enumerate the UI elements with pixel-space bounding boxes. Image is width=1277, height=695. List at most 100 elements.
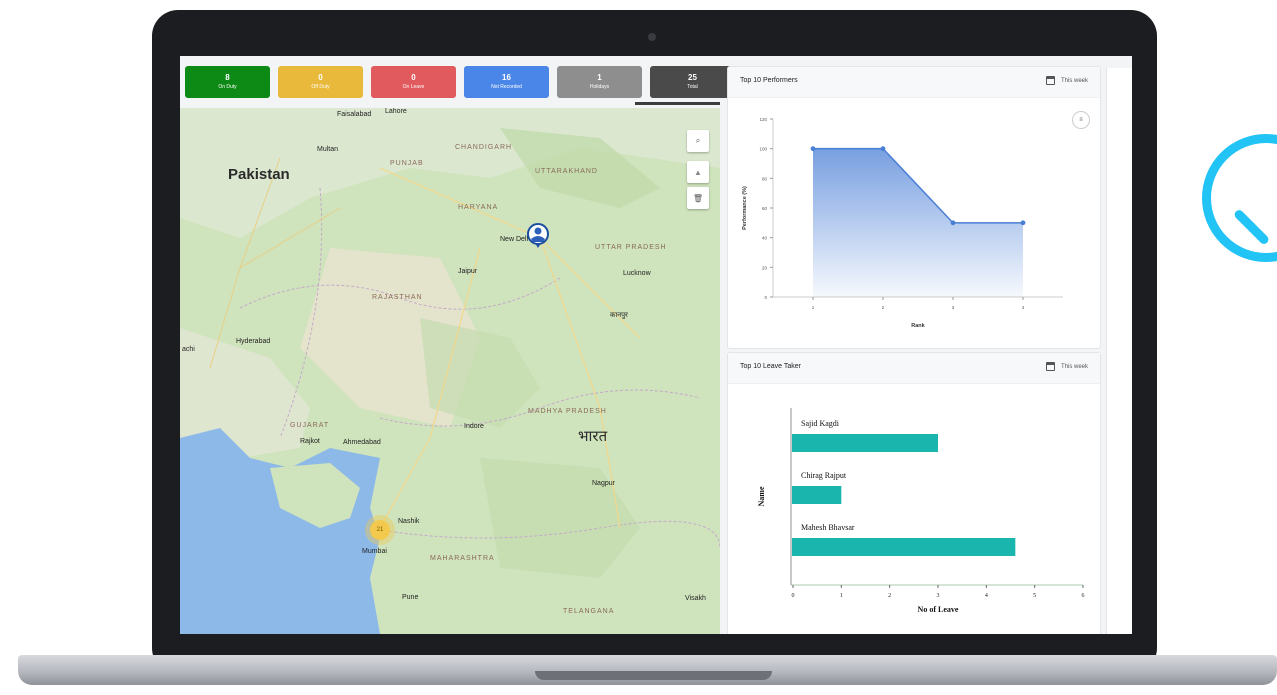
map-label-multan: Multan: [317, 146, 339, 153]
status-count: 16: [502, 73, 511, 82]
y-tick-label: 20: [762, 265, 768, 270]
date-range-selector[interactable]: This week: [1045, 76, 1088, 85]
date-range-selector[interactable]: This week: [1045, 362, 1088, 371]
calendar-icon: [1045, 76, 1055, 85]
app-screen: Faisalabad Lahore Multan Pakistan CHANDI…: [180, 56, 1132, 634]
status-count: 0: [411, 73, 416, 82]
laptop-base: [18, 655, 1277, 685]
panel-header: Top 10 Performers This week: [728, 67, 1100, 98]
bar-category-label: Chirag Rajput: [801, 471, 847, 480]
map-label-gujarat: GUJARAT: [290, 422, 330, 429]
status-card-not-recorded[interactable]: 16 Not Recorded: [464, 66, 549, 98]
status-count: 25: [688, 73, 697, 82]
data-point: [880, 146, 886, 152]
map-label-nashik: Nashik: [398, 518, 420, 525]
map-label-madhya-pradesh: MADHYA PRADESH: [528, 408, 607, 415]
leave-bar: [792, 538, 1016, 556]
leave-bar: [792, 486, 842, 504]
top-performers-panel: Top 10 Performers This week ≡ 0 20 40 60 80 1…: [727, 66, 1101, 349]
map-label-indore: Indore: [464, 423, 484, 430]
y-tick-label: 100: [759, 147, 767, 152]
map-search-icon[interactable]: ⌕: [687, 130, 709, 152]
x-axis-title: Rank: [911, 323, 925, 329]
y-tick-label: 0: [764, 295, 767, 300]
map-label-hyderabad: Hyderabad: [236, 338, 271, 345]
status-label: Holidays: [589, 84, 610, 90]
status-count: 0: [318, 73, 323, 82]
status-card-total[interactable]: 25 Total: [650, 66, 735, 98]
status-count: 1: [597, 73, 602, 82]
y-tick-label: 60: [762, 206, 768, 211]
map-label-uttarakhand: UTTARAKHAND: [535, 168, 598, 175]
side-panel-edge: [1106, 68, 1132, 634]
panel-title: Top 10 Leave Taker: [740, 363, 801, 370]
map-label-pakistan: Pakistan: [228, 166, 290, 183]
date-range-label: This week: [1060, 363, 1088, 370]
x-tick-label: 3: [937, 593, 940, 599]
map-label-pune: Pune: [402, 594, 419, 601]
y-tick-label: 40: [762, 236, 768, 241]
status-card-on-leave[interactable]: 0 On Leave: [371, 66, 456, 98]
x-tick-label: 0: [792, 593, 795, 599]
laptop-notch: [535, 671, 772, 680]
map-label-lucknow: Lucknow: [623, 270, 651, 277]
map-label-telangana: TELANGANA: [563, 608, 615, 615]
map-label-kanpur: कानपुर: [610, 312, 628, 319]
map-label-maharashtra: MAHARASHTRA: [430, 555, 495, 562]
x-tick-label: 1: [812, 305, 815, 310]
map-label-bharat: भारत: [578, 428, 608, 445]
map-label-lahore: Lahore: [385, 108, 407, 115]
map-tilt-up-icon[interactable]: ▲: [687, 161, 709, 183]
status-label: Total: [687, 84, 698, 90]
status-label: Not Recorded: [491, 84, 522, 90]
x-tick-label: 1: [840, 593, 843, 599]
performers-chart: 0 20 40 60 80 100 120 1 2 3 4 Rank Performance (%): [742, 117, 1063, 329]
x-tick-label: 4: [985, 593, 988, 599]
x-tick-label: 5: [1033, 593, 1036, 599]
map-label-mumbai: Mumbai: [362, 548, 387, 555]
map-label-uttar-pradesh: UTTAR PRADESH: [595, 244, 667, 251]
y-axis-title: Name: [757, 486, 766, 506]
status-label: On Duty: [218, 84, 237, 90]
map-label-visakha: Visakh: [685, 595, 706, 602]
status-label: On Leave: [402, 84, 425, 90]
x-tick-label: 3: [952, 305, 955, 310]
y-tick-label: 120: [759, 117, 767, 122]
x-axis-title: No of Leave: [918, 605, 959, 614]
panel-header: Top 10 Leave Taker This week: [728, 353, 1100, 384]
status-card-holidays[interactable]: 1 Holidays: [557, 66, 642, 98]
data-point: [1020, 220, 1026, 226]
map-label-rajasthan: RAJASTHAN: [372, 294, 423, 301]
map-label-haryana: HARYANA: [458, 204, 499, 211]
map-label-punjab: PUNJAB: [390, 160, 424, 167]
employee-location-marker[interactable]: [527, 223, 549, 249]
x-tick-label: 6: [1082, 593, 1085, 599]
bar-category-label: Mahesh Bhavsar: [801, 523, 855, 532]
active-card-indicator: [635, 102, 720, 105]
y-tick-label: 80: [762, 176, 768, 181]
status-card-off-duty[interactable]: 0 Off Duty: [278, 66, 363, 98]
map-view[interactable]: Faisalabad Lahore Multan Pakistan CHANDI…: [180, 108, 720, 634]
calendar-icon: [1045, 362, 1055, 371]
panel-title: Top 10 Performers: [740, 77, 798, 84]
leave-chart: 0 1 2 3 4 5 6 Sajid Kagdi Chirag Rajput Mahesh Bh…: [757, 408, 1085, 614]
map-label-chandigarh: CHANDIGARH: [455, 144, 513, 151]
status-count: 8: [225, 73, 230, 82]
x-tick-label: 2: [882, 305, 885, 310]
x-tick-label: 2: [888, 593, 891, 599]
map-trash-icon[interactable]: 🗑: [687, 187, 709, 209]
map-cluster-badge[interactable]: 21: [370, 520, 390, 540]
map-label-nagpur: Nagpur: [592, 480, 615, 487]
status-summary-row: 8 On Duty 0 Off Duty 0 On Leave 16 Not R…: [185, 66, 735, 98]
y-axis-title: Performance (%): [742, 186, 748, 230]
bar-category-label: Sajid Kagdi: [801, 419, 840, 428]
map-label-achi: achi: [182, 346, 195, 353]
date-range-label: This week: [1060, 77, 1088, 84]
status-card-on-duty[interactable]: 8 On Duty: [185, 66, 270, 98]
data-point: [810, 146, 816, 152]
status-label: Off Duty: [311, 84, 330, 90]
map-label-jaipur: Jaipur: [458, 268, 478, 275]
top-leave-taker-panel: Top 10 Leave Taker This week 0 1 2 3 4 5 6 Saji…: [727, 352, 1101, 634]
leave-bar: [792, 434, 938, 452]
map-label-faisalabad: Faisalabad: [337, 111, 372, 118]
